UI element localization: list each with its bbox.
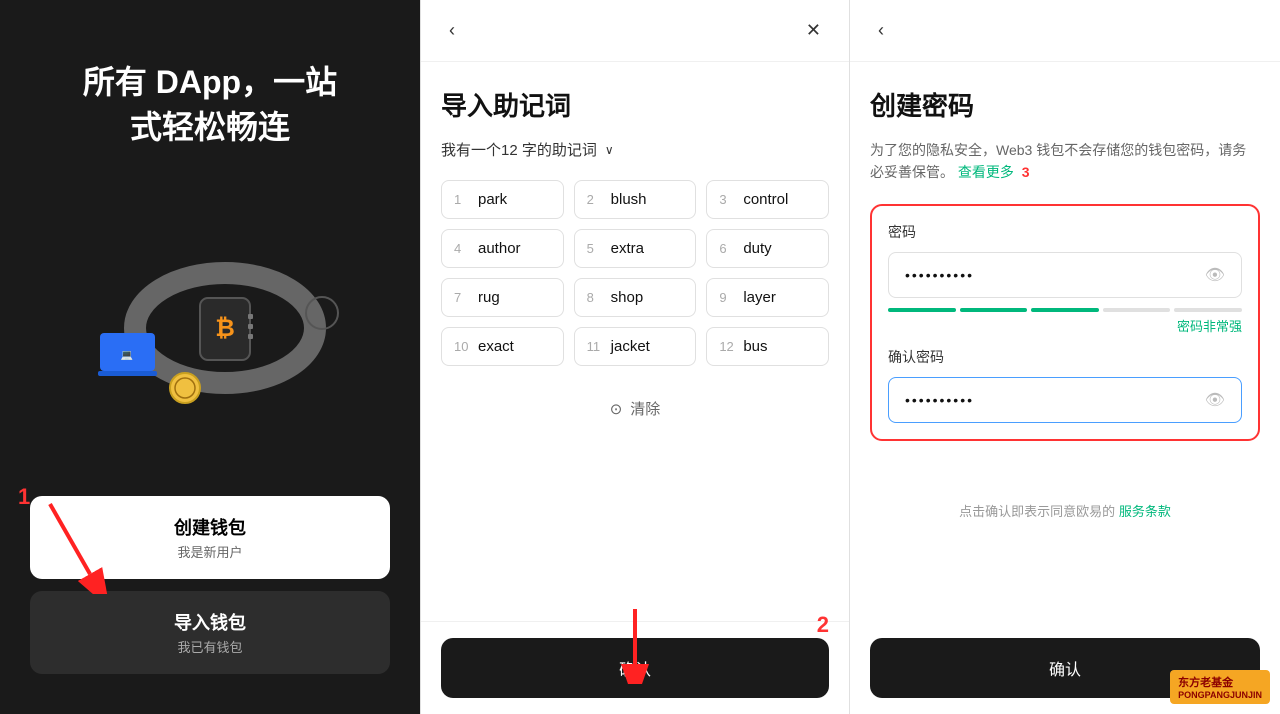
clear-label: 清除	[630, 398, 660, 419]
mnemonic-num-2: 2	[587, 192, 603, 207]
mnemonic-num-1: 1	[454, 192, 470, 207]
password-strength-bar	[888, 308, 1242, 312]
mnemonic-grid: 1 park 2 blush 3 control 4 author 5 extr…	[441, 180, 829, 366]
mnemonic-word-6: duty	[743, 240, 771, 257]
confirm-password-input[interactable]: ••••••••••	[905, 392, 974, 408]
panel2-content: 导入助记词 我有一个12 字的助记词 ∨ 1 park 2 blush 3 co…	[421, 62, 849, 621]
mnemonic-word-7: rug	[478, 289, 500, 306]
panel2-close-button[interactable]: ✕	[798, 16, 829, 45]
mnemonic-num-7: 7	[454, 290, 470, 305]
mnemonic-cell-2[interactable]: 2 blush	[574, 180, 697, 219]
svg-text:💻: 💻	[121, 350, 134, 361]
mnemonic-word-9: layer	[743, 289, 776, 306]
import-mnemonic-title: 导入助记词	[441, 86, 829, 123]
terms-text: 点击确认即表示同意欧易的 服务条款	[870, 501, 1260, 520]
mnemonic-cell-11[interactable]: 11 jacket	[574, 327, 697, 366]
confirm-password-wrapper: •••••••••• 👁	[888, 377, 1242, 423]
confirm-eye-icon[interactable]: 👁	[1205, 390, 1225, 410]
import-wallet-button[interactable]: 导入钱包 我已有钱包	[30, 591, 390, 674]
panel-import-mnemonic: ‹ ✕ 导入助记词 我有一个12 字的助记词 ∨ 1 park 2 blush …	[420, 0, 850, 714]
strength-seg-1	[888, 308, 956, 312]
password-field-label: 密码	[888, 222, 1242, 242]
mnemonic-cell-7[interactable]: 7 rug	[441, 278, 564, 317]
password-form-section: 密码 •••••••••• 👁 密码非常强 确认密码 •••••••••• 👁	[870, 204, 1260, 441]
mnemonic-cell-9[interactable]: 9 layer	[706, 278, 829, 317]
mnemonic-num-12: 12	[719, 339, 735, 354]
password-input-wrapper: •••••••••• 👁	[888, 252, 1242, 298]
mnemonic-word-8: shop	[611, 289, 644, 306]
mnemonic-cell-8[interactable]: 8 shop	[574, 278, 697, 317]
create-wallet-button[interactable]: 创建钱包 我是新用户	[30, 496, 390, 579]
mnemonic-num-8: 8	[587, 290, 603, 305]
panel2-confirm-button[interactable]: 确认	[441, 638, 829, 698]
strength-label-row: 密码非常强	[888, 316, 1242, 335]
strength-seg-4	[1103, 308, 1171, 312]
mnemonic-type-selector[interactable]: 我有一个12 字的助记词 ∨	[441, 139, 829, 160]
see-more-link[interactable]: 查看更多	[958, 164, 1014, 180]
step-1-badge: 1	[18, 484, 30, 510]
strength-seg-5	[1174, 308, 1242, 312]
mnemonic-num-3: 3	[719, 192, 735, 207]
step-3-badge: 3	[1022, 164, 1030, 180]
mnemonic-word-3: control	[743, 191, 788, 208]
panel2-footer: 确认	[421, 621, 849, 714]
watermark-main: 东方老基金	[1178, 674, 1262, 690]
create-password-title: 创建密码	[870, 86, 1260, 123]
mnemonic-cell-5[interactable]: 5 extra	[574, 229, 697, 268]
wallet-buttons: 创建钱包 我是新用户 导入钱包 我已有钱包	[30, 496, 390, 674]
mnemonic-word-10: exact	[478, 338, 514, 355]
strength-label: 密码非常强	[1177, 316, 1242, 335]
create-wallet-label: 创建钱包	[174, 514, 246, 540]
terms-link[interactable]: 服务条款	[1119, 504, 1171, 519]
mnemonic-selector-label: 我有一个12 字的助记词	[441, 139, 597, 160]
mnemonic-num-5: 5	[587, 241, 603, 256]
svg-text:₿: ₿	[215, 315, 235, 342]
intro-title: 所有 DApp，一站 式轻松畅连	[83, 60, 337, 150]
panel3-content: 创建密码 为了您的隐私安全，Web3 钱包不会存储您的钱包密码，请务必妥善保管。…	[850, 62, 1280, 622]
mnemonic-num-9: 9	[719, 290, 735, 305]
mnemonic-word-4: author	[478, 240, 521, 257]
password-input[interactable]: ••••••••••	[905, 267, 974, 283]
desc-text: 为了您的隐私安全，Web3 钱包不会存储您的钱包密码，请务必妥善保管。	[870, 142, 1246, 180]
mnemonic-num-10: 10	[454, 339, 470, 354]
strength-seg-2	[960, 308, 1028, 312]
chevron-down-icon: ∨	[605, 143, 614, 157]
password-description: 为了您的隐私安全，Web3 钱包不会存储您的钱包密码，请务必妥善保管。 查看更多…	[870, 139, 1260, 184]
watermark-sub: PONGPANGJUNJIN	[1178, 690, 1262, 700]
panel2-header: ‹ ✕	[421, 0, 849, 62]
mnemonic-cell-4[interactable]: 4 author	[441, 229, 564, 268]
clear-button[interactable]: ⊙ 清除	[441, 386, 829, 431]
mnemonic-num-11: 11	[587, 339, 603, 354]
panel3-back-button[interactable]: ‹	[870, 16, 892, 45]
terms-prefix: 点击确认即表示同意欧易的	[959, 504, 1115, 519]
password-eye-icon[interactable]: 👁	[1205, 265, 1225, 285]
clear-icon: ⊙	[610, 400, 623, 418]
ring-illustration: ₿ 💻	[70, 213, 350, 433]
mnemonic-word-2: blush	[611, 191, 647, 208]
confirm-password-label: 确认密码	[888, 347, 1242, 367]
mnemonic-cell-10[interactable]: 10 exact	[441, 327, 564, 366]
panel3-header: ‹	[850, 0, 1280, 62]
mnemonic-cell-3[interactable]: 3 control	[706, 180, 829, 219]
step-2-badge: 2	[817, 612, 829, 637]
panel-wallet-intro: 所有 DApp，一站 式轻松畅连 ₿ 💻 1	[0, 0, 420, 714]
watermark: 东方老基金 PONGPANGJUNJIN	[1170, 670, 1270, 704]
panel-create-password: ‹ 创建密码 为了您的隐私安全，Web3 钱包不会存储您的钱包密码，请务必妥善保…	[850, 0, 1280, 714]
mnemonic-cell-12[interactable]: 12 bus	[706, 327, 829, 366]
mnemonic-cell-1[interactable]: 1 park	[441, 180, 564, 219]
mnemonic-num-6: 6	[719, 241, 735, 256]
mnemonic-cell-6[interactable]: 6 duty	[706, 229, 829, 268]
strength-seg-3	[1031, 308, 1099, 312]
step-2-indicator: 2	[817, 612, 829, 638]
mnemonic-word-12: bus	[743, 338, 767, 355]
panel2-back-button[interactable]: ‹	[441, 16, 463, 45]
mnemonic-word-11: jacket	[611, 338, 650, 355]
mnemonic-word-1: park	[478, 191, 507, 208]
import-wallet-sublabel: 我已有钱包	[177, 637, 242, 656]
import-wallet-label: 导入钱包	[174, 609, 246, 635]
create-wallet-sublabel: 我是新用户	[177, 542, 242, 561]
wallet-illustration: ₿ 💻	[70, 213, 350, 433]
mnemonic-word-5: extra	[611, 240, 644, 257]
mnemonic-num-4: 4	[454, 241, 470, 256]
